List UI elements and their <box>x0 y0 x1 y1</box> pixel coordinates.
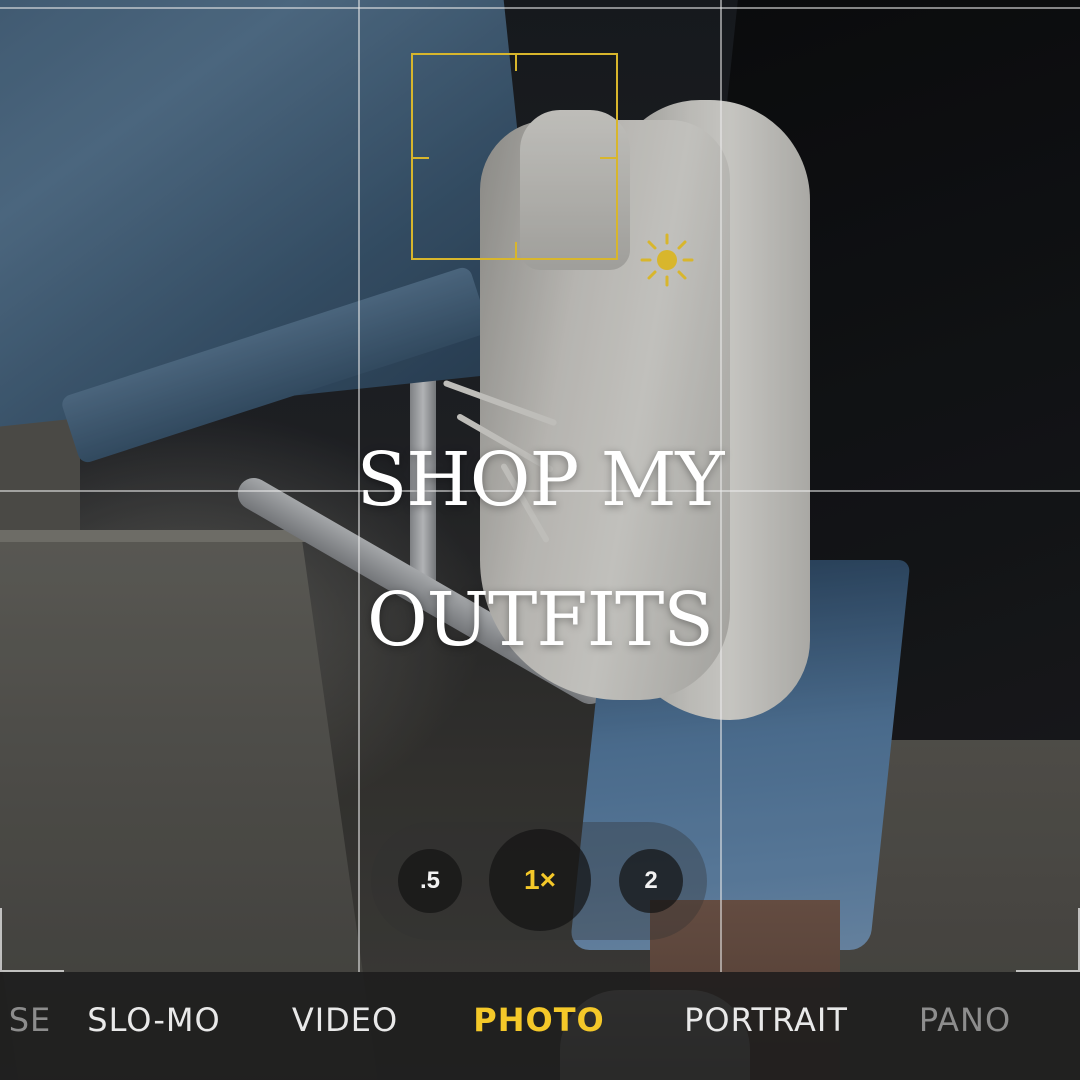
focus-tick <box>600 157 616 159</box>
corner-bracket-bottom-left <box>0 908 64 972</box>
mode-portrait[interactable]: PORTRAIT <box>684 1001 848 1039</box>
focus-tick <box>515 242 517 258</box>
mode-timelapse[interactable]: SE <box>9 1001 52 1039</box>
zoom-2x-button[interactable]: 2 <box>619 849 683 913</box>
mode-pano[interactable]: PANO <box>919 1001 1011 1039</box>
overlay-title-line1: SHOP MY <box>356 437 725 523</box>
focus-box[interactable] <box>411 53 618 260</box>
mode-slo-mo[interactable]: SLO-MO <box>87 1001 220 1039</box>
overlay-title-line2: OUTFITS <box>366 577 714 663</box>
corner-bracket-bottom-right <box>1016 908 1080 972</box>
grid-line-horizontal <box>0 7 1080 9</box>
zoom-1x-button[interactable]: 1× <box>489 829 591 931</box>
overlay-title: SHOP MY OUTFITS <box>290 410 790 690</box>
focus-tick <box>515 55 517 71</box>
focus-tick <box>413 157 429 159</box>
sun-icon[interactable] <box>636 229 698 291</box>
mode-photo[interactable]: PHOTO <box>473 1001 604 1039</box>
zoom-0.5x-button[interactable]: .5 <box>398 849 462 913</box>
mode-video[interactable]: VIDEO <box>292 1001 398 1039</box>
